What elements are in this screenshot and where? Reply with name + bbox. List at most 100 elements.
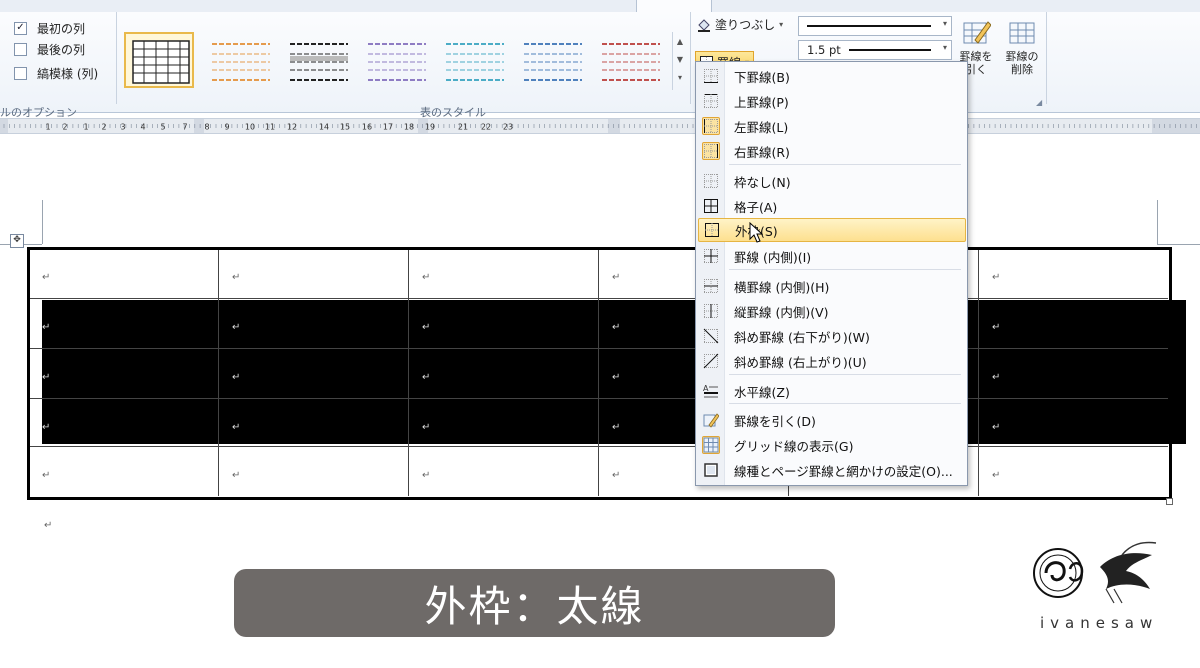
menu-item-label: 線種とページ罫線と網かけの設定(O)...	[734, 463, 953, 479]
horizontal-ruler[interactable]: 1212345789101112141516171819212223353637…	[0, 118, 1200, 134]
menu-item-left-border[interactable]: 左罫線(L)	[698, 114, 964, 138]
cell-paragraph-mark[interactable]: ↵	[422, 322, 430, 333]
eraser-label-2: 削除	[1011, 63, 1033, 76]
cell-paragraph-mark[interactable]: ↵	[612, 422, 620, 433]
menu-item-all-borders[interactable]: 格子(A)	[698, 194, 964, 218]
grid-style-icon	[132, 40, 190, 84]
diagonal-up-border-icon	[703, 353, 719, 369]
ruler-number: 19	[425, 123, 435, 132]
menu-item-bottom-border[interactable]: 下罫線(B)	[698, 64, 964, 88]
table-style-thumb[interactable]	[124, 32, 194, 88]
menu-item-borders-and-shading[interactable]: 線種とページ罫線と網かけの設定(O)...	[698, 458, 964, 482]
menu-item-diagonal-down-border[interactable]: 斜め罫線 (右下がり)(W)	[698, 324, 964, 348]
ruler-number: 18	[404, 123, 414, 132]
cell-paragraph-mark[interactable]: ↵	[992, 322, 1000, 333]
banded-columns-checkbox[interactable]	[14, 66, 27, 80]
ruler-number: 1	[45, 123, 50, 132]
menu-item-right-border[interactable]: 右罫線(R)	[698, 139, 964, 163]
menu-item-inside-borders[interactable]: 罫線 (内側)(I)	[698, 244, 964, 268]
mouse-cursor-icon	[749, 222, 763, 243]
shading-button[interactable]: 塗りつぶし ▾	[697, 16, 783, 33]
menu-item-draw-table[interactable]: 罫線を引く(D)	[698, 408, 964, 432]
cell-paragraph-mark[interactable]: ↵	[232, 372, 240, 383]
menu-item-label: グリッド線の表示(G)	[734, 438, 854, 454]
option-label: 最後の列	[37, 42, 86, 57]
menu-separator	[729, 269, 961, 270]
menu-item-label: 上罫線(P)	[734, 94, 789, 110]
outside-borders-icon	[704, 222, 720, 238]
menu-item-view-gridlines[interactable]: グリッド線の表示(G)	[698, 433, 964, 457]
menu-item-no-border[interactable]: 枠なし(N)	[698, 169, 964, 193]
cell-paragraph-mark[interactable]: ↵	[992, 470, 1000, 481]
cell-paragraph-mark[interactable]: ↵	[992, 272, 1000, 283]
pen-weight-combo[interactable]: 1.5 pt ▾	[798, 40, 952, 60]
cell-paragraph-mark[interactable]: ↵	[992, 422, 1000, 433]
menu-item-label: 縦罫線 (内側)(V)	[734, 304, 829, 320]
table-style-thumb[interactable]	[440, 34, 506, 86]
cell-paragraph-mark[interactable]: ↵	[612, 372, 620, 383]
table-style-thumb[interactable]	[284, 34, 350, 86]
right-border-icon	[702, 142, 720, 160]
gallery-up-icon[interactable]: ▲	[673, 32, 687, 50]
gallery-more-icon[interactable]: ▾	[673, 68, 687, 86]
ruler-number: 21	[458, 123, 468, 132]
menu-item-inside-horizontal-border[interactable]: 横罫線 (内側)(H)	[698, 274, 964, 298]
dropdown-arrow-icon[interactable]: ▾	[779, 20, 783, 29]
table-resize-handle-icon[interactable]	[1166, 498, 1173, 505]
cell-paragraph-mark[interactable]: ↵	[422, 470, 430, 481]
cell-paragraph-mark[interactable]: ↵	[612, 272, 620, 283]
cell-paragraph-mark[interactable]: ↵	[232, 272, 240, 283]
bottom-border-icon	[703, 68, 719, 84]
pen-style-combo[interactable]: ▾	[798, 16, 952, 36]
table-style-thumb[interactable]	[518, 34, 584, 86]
eraser-button[interactable]: 罫線の 削除	[1000, 18, 1044, 76]
gallery-scrollbar[interactable]: ▲ ▼ ▾	[672, 32, 687, 90]
cell-paragraph-mark[interactable]: ↵	[42, 322, 50, 333]
menu-item-top-border[interactable]: 上罫線(P)	[698, 89, 964, 113]
cell-paragraph-mark[interactable]: ↵	[42, 470, 50, 481]
menu-item-inside-vertical-border[interactable]: 縦罫線 (内側)(V)	[698, 299, 964, 323]
ruler-number: 23	[503, 123, 513, 132]
cell-paragraph-mark[interactable]: ↵	[422, 272, 430, 283]
cell-paragraph-mark[interactable]: ↵	[612, 470, 620, 481]
cell-paragraph-mark[interactable]: ↵	[42, 272, 50, 283]
option-label: 縞模様 (列)	[37, 66, 99, 81]
cell-paragraph-mark[interactable]: ↵	[612, 322, 620, 333]
table-style-thumb[interactable]	[596, 34, 662, 86]
option-first-column[interactable]: ✓ 最初の列	[14, 18, 85, 38]
diagonal-down-border-icon	[703, 328, 719, 344]
cell-paragraph-mark[interactable]: ↵	[422, 372, 430, 383]
menu-item-diagonal-up-border[interactable]: 斜め罫線 (右上がり)(U)	[698, 349, 964, 373]
ruler-number: 17	[383, 123, 393, 132]
menu-item-label: 水平線(Z)	[734, 384, 790, 400]
last-column-checkbox[interactable]	[14, 42, 27, 56]
table-style-icon	[602, 43, 660, 81]
inside-borders-icon	[703, 248, 719, 264]
pencil-icon	[961, 18, 992, 48]
dialog-launcher-icon[interactable]: ◢	[1036, 98, 1042, 107]
dropdown-arrow-icon[interactable]: ▾	[943, 43, 947, 52]
menu-item-label: 罫線 (内側)(I)	[734, 249, 812, 265]
option-banded-columns[interactable]: 縞模様 (列)	[14, 63, 98, 83]
no-border-icon	[703, 173, 719, 189]
cell-paragraph-mark[interactable]: ↵	[42, 422, 50, 433]
cell-paragraph-mark[interactable]: ↵	[232, 470, 240, 481]
caption-banner: 外枠：太線	[234, 569, 835, 637]
option-last-column[interactable]: 最後の列	[14, 39, 85, 59]
cell-paragraph-mark[interactable]: ↵	[422, 422, 430, 433]
cell-paragraph-mark[interactable]: ↵	[42, 372, 50, 383]
table-style-thumb[interactable]	[206, 34, 272, 86]
table-style-thumb[interactable]	[362, 34, 428, 86]
cell-paragraph-mark[interactable]: ↵	[992, 372, 1000, 383]
menu-item-label: 斜め罫線 (右下がり)(W)	[734, 329, 870, 345]
cell-paragraph-mark[interactable]: ↵	[232, 422, 240, 433]
table-style-icon	[446, 43, 504, 81]
menu-item-outside-borders[interactable]: 外枠(S)	[698, 218, 966, 242]
ruler-number: 8	[204, 123, 209, 132]
logo-text: ivanesaw	[1040, 614, 1159, 632]
menu-item-horizontal-line[interactable]: A 水平線(Z)	[698, 379, 964, 403]
gallery-down-icon[interactable]: ▼	[673, 50, 687, 68]
first-column-checkbox[interactable]: ✓	[14, 21, 27, 35]
dropdown-arrow-icon[interactable]: ▾	[943, 19, 947, 28]
cell-paragraph-mark[interactable]: ↵	[232, 322, 240, 333]
